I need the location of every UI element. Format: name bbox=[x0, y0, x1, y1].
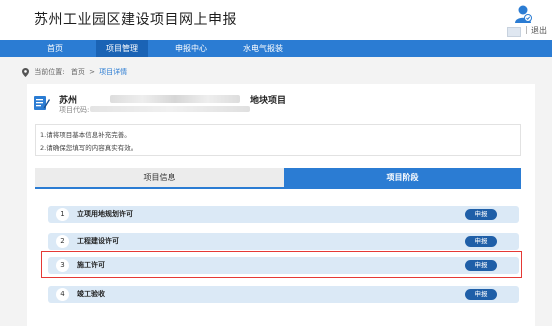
notice-line: 2.请确保您填写的内容真实有效。 bbox=[40, 144, 138, 152]
breadcrumb: 当前位置: 首页 > 项目详情 bbox=[22, 66, 127, 78]
tab-project-info[interactable]: 项目信息 bbox=[35, 168, 284, 187]
notice-line: 1.请将项目基本信息补充完善。 bbox=[40, 131, 131, 139]
stage-row: 1 立项用地规划许可 申报 bbox=[48, 206, 519, 223]
apply-button[interactable]: 申报 bbox=[465, 209, 497, 220]
nav-item-utilities[interactable]: 水电气报装 bbox=[232, 40, 294, 57]
breadcrumb-arrow: > bbox=[89, 68, 95, 76]
stage-row: 2 工程建设许可 申报 bbox=[48, 233, 519, 250]
nav-item-declaration-center[interactable]: 申报中心 bbox=[166, 40, 216, 57]
breadcrumb-prefix: 当前位置: bbox=[34, 68, 65, 76]
stage-number: 4 bbox=[56, 288, 69, 301]
breadcrumb-current: 项目详情 bbox=[99, 68, 128, 76]
stage-label: 立项用地规划许可 bbox=[77, 210, 133, 218]
main-nav: 首页 项目管理 申报中心 水电气报装 bbox=[0, 40, 552, 57]
stage-label: 工程建设许可 bbox=[77, 237, 119, 245]
header-separator: | bbox=[525, 25, 528, 34]
apply-button[interactable]: 申报 bbox=[465, 236, 497, 247]
logout-link[interactable]: 退出 bbox=[531, 25, 547, 36]
stage-number: 2 bbox=[56, 235, 69, 248]
breadcrumb-home[interactable]: 首页 bbox=[71, 68, 85, 76]
message-flag-icon[interactable] bbox=[507, 27, 521, 37]
redacted-project-name bbox=[110, 95, 240, 103]
redacted-project-code bbox=[90, 106, 250, 112]
project-name-suffix: 地块项目 bbox=[250, 96, 287, 106]
nav-item-project-management[interactable]: 项目管理 bbox=[96, 40, 148, 57]
project-code-label: 项目代码: bbox=[59, 106, 90, 114]
apply-button[interactable]: 申报 bbox=[465, 289, 497, 300]
stage-row: 4 竣工验收 申报 bbox=[48, 286, 519, 303]
project-edit-icon bbox=[34, 96, 50, 110]
tab-project-stage[interactable]: 项目阶段 bbox=[284, 168, 521, 187]
highlight-box bbox=[41, 251, 522, 278]
site-title: 苏州工业园区建设项目网上申报 bbox=[34, 12, 237, 28]
tab-bar: 项目信息 项目阶段 bbox=[35, 168, 521, 189]
stage-label: 竣工验收 bbox=[77, 290, 105, 298]
user-avatar-icon[interactable] bbox=[513, 4, 533, 24]
nav-item-home[interactable]: 首页 bbox=[34, 40, 76, 57]
location-pin-icon bbox=[22, 67, 29, 77]
notice-box: 1.请将项目基本信息补充完善。 2.请确保您填写的内容真实有效。 bbox=[35, 124, 521, 156]
stage-number: 1 bbox=[56, 208, 69, 221]
